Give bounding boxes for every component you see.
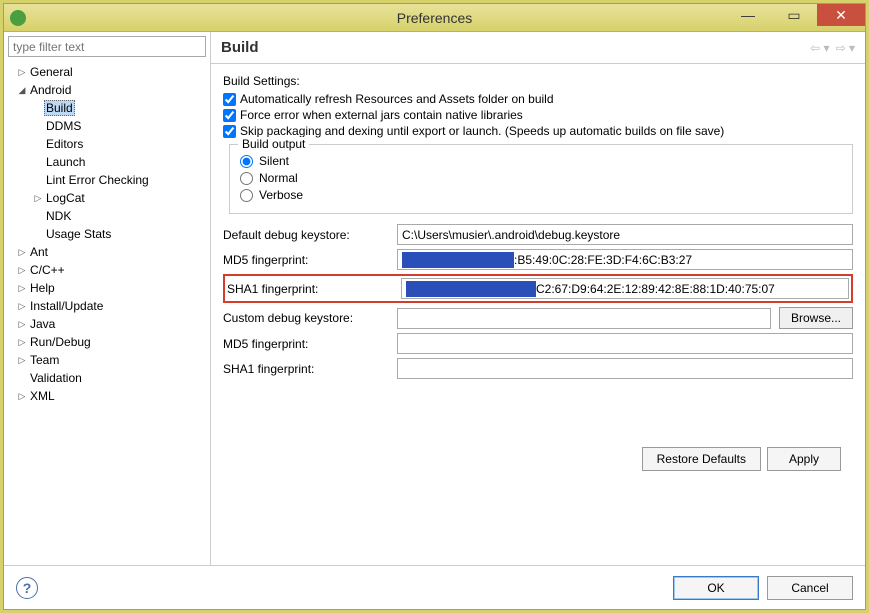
checkbox-skip-packaging-input[interactable] (223, 125, 236, 138)
footer-buttons: OK Cancel (673, 576, 853, 600)
app-icon (10, 10, 26, 26)
window-title: Preferences (397, 10, 472, 26)
tree-item-logcat[interactable]: ▷LogCat (4, 189, 210, 207)
filter-wrap (4, 32, 210, 61)
tree-item-cpp[interactable]: ▷C/C++ (4, 261, 210, 279)
page-header: Build ⇦ ▾ ⇨ ▾ (211, 32, 865, 64)
checkbox-auto-refresh-input[interactable] (223, 93, 236, 106)
tree-item-usage[interactable]: ▷Usage Stats (4, 225, 210, 243)
label-sha1-custom: SHA1 fingerprint: (223, 362, 393, 376)
tree-item-ant[interactable]: ▷Ant (4, 243, 210, 261)
minimize-button[interactable]: — (725, 4, 771, 26)
tree-item-launch[interactable]: ▷Launch (4, 153, 210, 171)
help-icon[interactable]: ? (16, 577, 38, 599)
radio-silent[interactable]: Silent (240, 154, 842, 168)
radio-normal[interactable]: Normal (240, 171, 842, 185)
preferences-window: Preferences — ▭ ✕ ▷General ◢Android ▷Bui… (3, 3, 866, 610)
apply-button[interactable]: Apply (767, 447, 841, 471)
checkbox-auto-refresh-label: Automatically refresh Resources and Asse… (240, 92, 554, 106)
md5-redacted (402, 252, 514, 268)
row-md5: MD5 fingerprint: :B5:49:0C:28:FE:3D:F4:6… (223, 249, 853, 270)
radio-normal-label: Normal (259, 171, 298, 185)
sha1-redacted (406, 281, 536, 297)
tree-item-general[interactable]: ▷General (4, 63, 210, 81)
build-output-group: Build output Silent Normal Verbose (229, 144, 853, 214)
radio-silent-input[interactable] (240, 155, 253, 168)
page-actions: Restore Defaults Apply (223, 439, 853, 479)
label-md5-custom: MD5 fingerprint: (223, 337, 393, 351)
tree-item-build[interactable]: ▷Build (4, 99, 210, 117)
row-default-keystore: Default debug keystore: C:\Users\musier\… (223, 224, 853, 245)
maximize-button[interactable]: ▭ (771, 4, 817, 26)
field-sha1-custom (397, 358, 853, 379)
right-panel: Build ⇦ ▾ ⇨ ▾ Build Settings: Automatica… (211, 32, 865, 565)
left-panel: ▷General ◢Android ▷Build ▷DDMS ▷Editors … (4, 32, 211, 565)
build-output-title: Build output (238, 137, 309, 151)
sha1-highlight: SHA1 fingerprint: C2:67:D9:64:2E:12:89:4… (223, 274, 853, 303)
tree-item-help[interactable]: ▷Help (4, 279, 210, 297)
tree-item-ddms[interactable]: ▷DDMS (4, 117, 210, 135)
checkbox-skip-packaging-label: Skip packaging and dexing until export o… (240, 124, 724, 138)
checkbox-auto-refresh[interactable]: Automatically refresh Resources and Asse… (223, 92, 853, 106)
back-icon[interactable]: ⇦ ▾ (810, 41, 829, 55)
row-md5-custom: MD5 fingerprint: (223, 333, 853, 354)
tree-item-rundebug[interactable]: ▷Run/Debug (4, 333, 210, 351)
tree-item-team[interactable]: ▷Team (4, 351, 210, 369)
tree-item-xml[interactable]: ▷XML (4, 387, 210, 405)
radio-normal-input[interactable] (240, 172, 253, 185)
close-button[interactable]: ✕ (817, 4, 865, 26)
page-nav: ⇦ ▾ ⇨ ▾ (810, 41, 855, 55)
tree-item-lint[interactable]: ▷Lint Error Checking (4, 171, 210, 189)
checkbox-force-error[interactable]: Force error when external jars contain n… (223, 108, 853, 122)
build-settings-label: Build Settings: (223, 74, 853, 88)
row-sha1-custom: SHA1 fingerprint: (223, 358, 853, 379)
tree-item-android[interactable]: ◢Android (4, 81, 210, 99)
page-content: Build Settings: Automatically refresh Re… (211, 64, 865, 565)
md5-value-tail: :B5:49:0C:28:FE:3D:F4:6C:B3:27 (514, 253, 692, 267)
tree-item-java[interactable]: ▷Java (4, 315, 210, 333)
field-sha1: C2:67:D9:64:2E:12:89:42:8E:88:1D:40:75:0… (401, 278, 849, 299)
preferences-tree[interactable]: ▷General ◢Android ▷Build ▷DDMS ▷Editors … (4, 61, 210, 565)
filter-input[interactable] (8, 36, 206, 57)
field-default-keystore: C:\Users\musier\.android\debug.keystore (397, 224, 853, 245)
sha1-value-tail: C2:67:D9:64:2E:12:89:42:8E:88:1D:40:75:0… (536, 282, 775, 296)
restore-defaults-button[interactable]: Restore Defaults (642, 447, 761, 471)
radio-verbose-input[interactable] (240, 189, 253, 202)
cancel-button[interactable]: Cancel (767, 576, 853, 600)
checkbox-force-error-label: Force error when external jars contain n… (240, 108, 523, 122)
radio-silent-label: Silent (259, 154, 289, 168)
label-sha1: SHA1 fingerprint: (227, 282, 397, 296)
field-md5: :B5:49:0C:28:FE:3D:F4:6C:B3:27 (397, 249, 853, 270)
row-sha1: SHA1 fingerprint: C2:67:D9:64:2E:12:89:4… (227, 278, 849, 299)
label-md5: MD5 fingerprint: (223, 253, 393, 267)
tree-item-editors[interactable]: ▷Editors (4, 135, 210, 153)
page-title: Build (221, 39, 259, 56)
tree-item-ndk[interactable]: ▷NDK (4, 207, 210, 225)
dialog-footer: ? OK Cancel (4, 565, 865, 609)
window-controls: — ▭ ✕ (725, 4, 865, 26)
tree-item-install[interactable]: ▷Install/Update (4, 297, 210, 315)
label-default-keystore: Default debug keystore: (223, 228, 393, 242)
field-custom-keystore[interactable] (397, 308, 771, 329)
field-md5-custom (397, 333, 853, 354)
tree-item-validation[interactable]: ▷Validation (4, 369, 210, 387)
body: ▷General ◢Android ▷Build ▷DDMS ▷Editors … (4, 32, 865, 565)
browse-button[interactable]: Browse... (779, 307, 853, 329)
ok-button[interactable]: OK (673, 576, 759, 600)
radio-verbose-label: Verbose (259, 188, 303, 202)
forward-icon[interactable]: ⇨ ▾ (836, 41, 855, 55)
titlebar: Preferences — ▭ ✕ (4, 4, 865, 32)
checkbox-force-error-input[interactable] (223, 109, 236, 122)
label-custom-keystore: Custom debug keystore: (223, 311, 393, 325)
row-custom-keystore: Custom debug keystore: Browse... (223, 307, 853, 329)
radio-verbose[interactable]: Verbose (240, 188, 842, 202)
checkbox-skip-packaging[interactable]: Skip packaging and dexing until export o… (223, 124, 853, 138)
